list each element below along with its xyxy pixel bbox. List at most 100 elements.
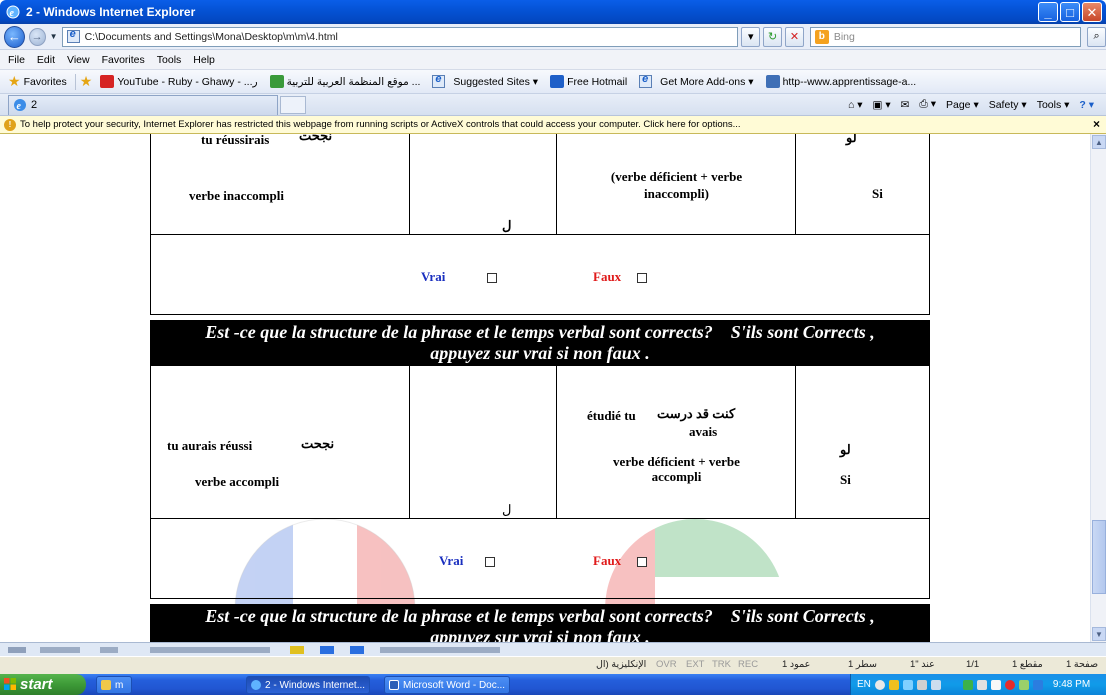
- fav-addons[interactable]: Get More Add-ons ▾: [635, 73, 757, 88]
- tray-icon[interactable]: [962, 679, 973, 690]
- status-ovr[interactable]: OVR: [656, 659, 677, 670]
- taskbar-word[interactable]: Microsoft Word - Doc...: [384, 676, 510, 694]
- start-button[interactable]: start: [0, 674, 86, 695]
- cell-arabic-text: نجحت: [299, 134, 333, 143]
- address-field[interactable]: C:\Documents and Settings\Mona\Desktop\m…: [61, 26, 739, 47]
- forward-button[interactable]: →: [28, 27, 46, 46]
- fav-suggested-sites[interactable]: Suggested Sites ▾: [428, 73, 542, 88]
- fav-arab-org[interactable]: موقع المنظمة العربية للتربية ...: [266, 75, 425, 88]
- security-info-bar[interactable]: ! To help protect your security, Interne…: [0, 116, 1106, 134]
- tab-current[interactable]: e 2: [8, 94, 278, 115]
- safety-menu[interactable]: Safety ▾: [989, 99, 1027, 111]
- taskbar-label: Microsoft Word - Doc...: [403, 679, 506, 691]
- tray-icon[interactable]: [990, 679, 1001, 690]
- table-cell: ل: [410, 366, 557, 518]
- search-placeholder: Bing: [833, 30, 855, 43]
- home-icon[interactable]: ⌂ ▾: [848, 99, 863, 111]
- new-tab-button[interactable]: [280, 95, 306, 114]
- tools-menu[interactable]: Tools ▾: [1037, 99, 1070, 111]
- print-icon[interactable]: ⎙ ▾: [919, 98, 936, 111]
- cell-text: verbe accompli: [195, 474, 280, 489]
- status-rec[interactable]: REC: [738, 659, 758, 670]
- tray-icon[interactable]: [1018, 679, 1029, 690]
- address-text: C:\Documents and Settings\Mona\Desktop\m…: [84, 30, 338, 43]
- system-tray: EN 9:48 PM: [850, 674, 1106, 695]
- fav-youtube[interactable]: YouTube - Ruby - Ghawy - ...ر: [96, 75, 261, 88]
- menu-favorites[interactable]: Favorites: [102, 54, 145, 66]
- cell-text: ل: [502, 502, 512, 517]
- folder-icon: [101, 680, 111, 690]
- tab-bar: e 2 ⌂ ▾ ▣ ▾ ✉ ⎙ ▾ Page ▾ Safety ▾ Tools …: [0, 94, 1106, 116]
- tray-icon[interactable]: [916, 679, 927, 690]
- feeds-icon[interactable]: ▣ ▾: [872, 99, 890, 111]
- table-cell: ل: [410, 134, 557, 234]
- back-button[interactable]: ←: [4, 25, 25, 48]
- fav-hotmail-label: Free Hotmail: [567, 75, 628, 88]
- add-favorite-icon[interactable]: ★: [80, 73, 93, 90]
- favorites-button[interactable]: ★ Favorites: [4, 73, 71, 90]
- history-dropdown-icon[interactable]: ▼: [50, 32, 58, 41]
- menu-help[interactable]: Help: [193, 54, 215, 66]
- hotmail-icon: [550, 75, 565, 88]
- cell-text: Si: [840, 472, 851, 487]
- fav-suggested-label: Suggested Sites ▾: [453, 75, 539, 88]
- cell-text: avais: [689, 424, 718, 439]
- fav-hotmail[interactable]: Free Hotmail: [546, 75, 631, 88]
- cell-arabic-text: نجحت: [301, 436, 335, 451]
- window-title: 2 - Windows Internet Explorer: [26, 5, 196, 19]
- scroll-up-arrow-icon[interactable]: ▲: [1092, 135, 1106, 149]
- window-titlebar: e 2 - Windows Internet Explorer _ □ ✕: [0, 0, 1106, 24]
- search-input[interactable]: b Bing: [809, 26, 1082, 47]
- favorites-bar: ★ Favorites ★ YouTube - Ruby - Ghawy - .…: [0, 70, 1106, 94]
- tray-icon[interactable]: [1004, 679, 1015, 690]
- status-pages: 1/1: [966, 659, 980, 670]
- menu-file[interactable]: File: [8, 54, 25, 66]
- search-button[interactable]: ⌕: [1087, 26, 1106, 47]
- help-icon[interactable]: ? ▾: [1079, 99, 1094, 111]
- address-dropdown-button[interactable]: ▾: [741, 26, 761, 47]
- svg-text:e: e: [17, 101, 22, 112]
- warning-shield-icon: !: [4, 118, 16, 131]
- minimize-button[interactable]: _: [1038, 2, 1058, 22]
- scrollbar-thumb[interactable]: [1092, 520, 1106, 594]
- faux-checkbox[interactable]: [637, 273, 647, 283]
- vrai-checkbox[interactable]: [485, 557, 495, 567]
- close-icon[interactable]: ×: [1093, 117, 1100, 131]
- page-menu[interactable]: Page ▾: [946, 99, 979, 111]
- svg-text:e: e: [10, 8, 15, 19]
- vrai-checkbox[interactable]: [487, 273, 497, 283]
- tray-icon[interactable]: [874, 679, 885, 690]
- drawing-tools-icons: [8, 646, 500, 654]
- maximize-button[interactable]: □: [1060, 2, 1080, 22]
- vertical-scrollbar[interactable]: ▲ ▼: [1090, 134, 1106, 642]
- tray-icon[interactable]: [888, 679, 899, 690]
- fav-apprentissage[interactable]: http--www.apprentissage-a...: [762, 75, 921, 88]
- menu-tools[interactable]: Tools: [157, 54, 182, 66]
- mail-icon[interactable]: ✉: [901, 99, 910, 111]
- taskbar-ie[interactable]: 2 - Windows Internet...: [246, 676, 370, 694]
- tray-icon[interactable]: [1032, 679, 1043, 690]
- taskbar-folder-m[interactable]: m: [96, 676, 132, 694]
- faux-checkbox[interactable]: [637, 557, 647, 567]
- tray-icon[interactable]: [902, 679, 913, 690]
- tray-icon[interactable]: [930, 679, 941, 690]
- info-bar-text: To help protect your security, Internet …: [20, 119, 741, 130]
- tray-icon[interactable]: [976, 679, 987, 690]
- status-page: صفحة 1: [1066, 659, 1099, 670]
- menu-view[interactable]: View: [67, 54, 90, 66]
- cell-arabic-text: كنت قد درست: [657, 406, 736, 421]
- banner-line: appuyez sur vrai si non faux .: [430, 627, 650, 642]
- faux-label: Faux: [593, 269, 622, 284]
- refresh-button[interactable]: ↻: [763, 26, 783, 47]
- stop-button[interactable]: ✕: [785, 26, 804, 47]
- answer-row: Vrai Faux: [150, 519, 930, 599]
- menu-edit[interactable]: Edit: [37, 54, 55, 66]
- status-ext[interactable]: EXT: [686, 659, 704, 670]
- status-trk[interactable]: TRK: [712, 659, 731, 670]
- language-indicator[interactable]: EN: [857, 679, 871, 690]
- banner-line: appuyez sur vrai si non faux .: [430, 343, 650, 363]
- taskbar-label: 2 - Windows Internet...: [265, 679, 366, 691]
- ie-logo-icon: e: [14, 99, 26, 112]
- close-window-button[interactable]: ✕: [1082, 2, 1102, 22]
- scroll-down-arrow-icon[interactable]: ▼: [1092, 627, 1106, 641]
